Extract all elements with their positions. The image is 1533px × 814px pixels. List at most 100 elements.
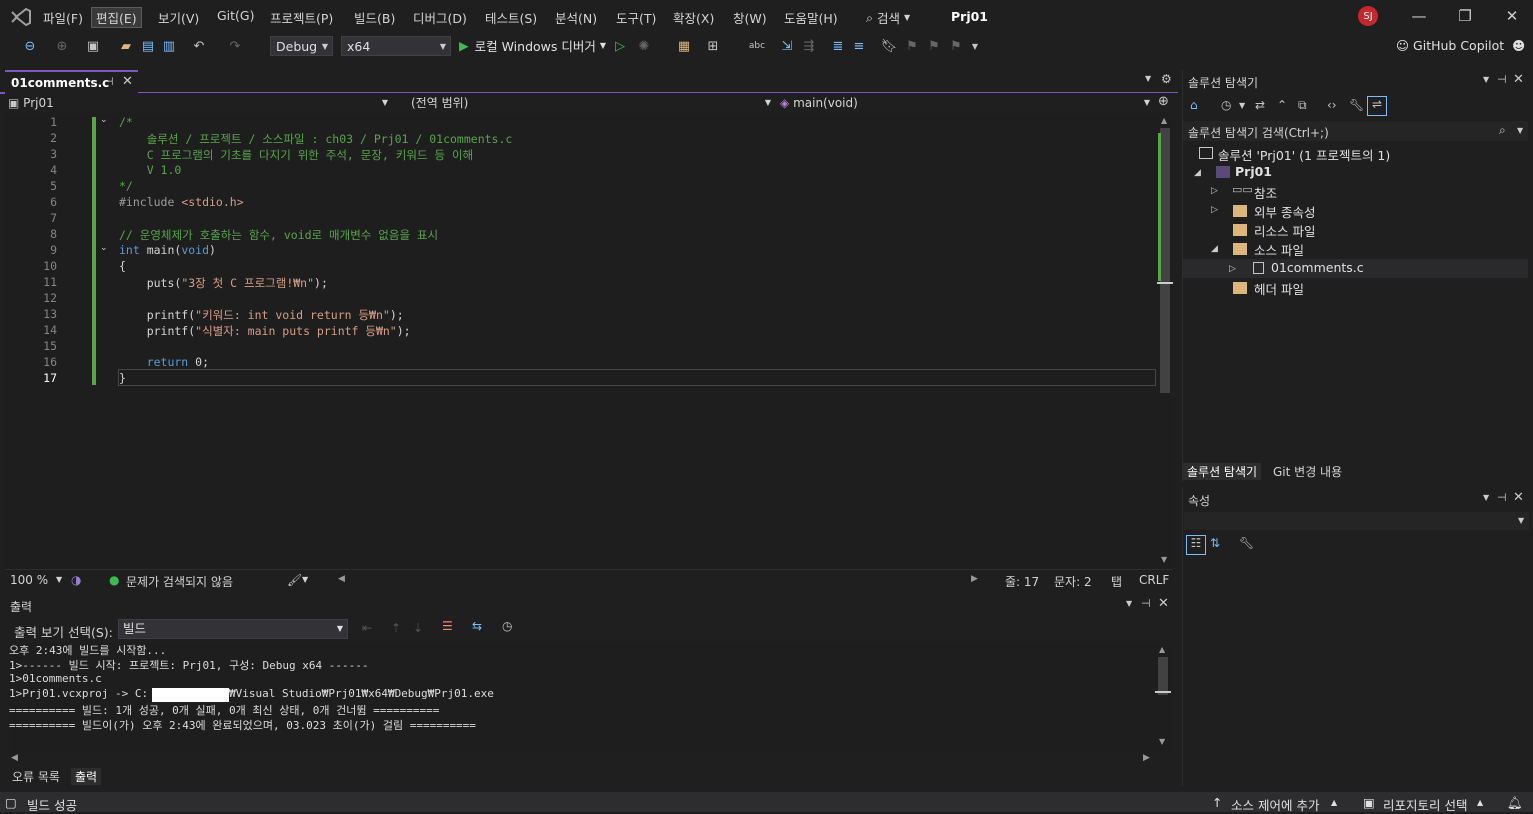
pending-changes-icon[interactable]: ◷ [1221,98,1231,112]
view-code-icon[interactable]: ‹› [1327,98,1337,112]
menu-window[interactable]: 창(W) [733,8,767,27]
add-to-source-control[interactable]: 소스 제어에 추가 [1231,795,1319,814]
tree-item-solution[interactable]: 솔루션 'Prj01' (1 프로젝트의 1) [1218,145,1390,164]
properties-wrench-icon[interactable]: 🔧︎ [1349,98,1364,112]
collapsed-icon[interactable]: ▷ [1211,186,1218,196]
scroll-right-icon[interactable]: ▶ [1143,753,1150,763]
scroll-up-icon[interactable]: ▲ [1159,645,1165,654]
back-icon[interactable]: ⊖ [21,37,39,55]
tree-item-project[interactable]: Prj01 [1235,164,1272,179]
platform-combo[interactable]: x64 ▼ [341,36,451,56]
properties-object-combo[interactable]: ▼ [1184,512,1529,530]
expanded-icon[interactable]: ◢ [1211,244,1218,254]
tree-item-resource-files[interactable]: 리소스 파일 [1254,221,1315,240]
indent-indicator[interactable]: 탭 [1111,573,1122,590]
line-indicator[interactable]: 줄: 17 [1005,573,1039,590]
prev-message-icon[interactable]: ⇡ [391,621,401,635]
chevron-down-icon[interactable]: ▼ [1239,101,1245,110]
menu-git[interactable]: Git(G) [217,8,255,23]
line-ending-indicator[interactable]: CRLF [1139,573,1169,587]
expanded-icon[interactable]: ◢ [1194,168,1201,178]
collapsed-icon[interactable]: ▷ [1229,264,1236,274]
avatar[interactable]: SJ [1358,6,1378,26]
menu-debug[interactable]: 디버그(D) [413,8,467,27]
start-without-debugging-icon[interactable]: ▷ [611,37,629,55]
configuration-combo[interactable]: Debug ▼ [270,36,333,56]
layout-icon[interactable]: ⊞ [704,37,722,55]
home-icon[interactable]: ⌂ [1190,98,1198,112]
save-all-icon[interactable]: ▥ [160,37,178,55]
tab-output[interactable]: 출력 [71,768,102,785]
alphabetical-icon[interactable]: ⇅ [1210,536,1220,550]
menu-build[interactable]: 빌드(B) [354,8,395,27]
feedback-icon[interactable]: ☻ [1512,38,1525,53]
scroll-thumb[interactable] [1160,128,1170,393]
scroll-left-icon[interactable]: ◀ [338,574,345,584]
tree-item-header-files[interactable]: 헤더 파일 [1254,279,1304,298]
collapse-chevron-icon[interactable]: ⌄ [100,243,108,253]
code-cleanup-icon[interactable]: 🖌︎ [287,573,302,587]
close-icon[interactable]: ✕ [122,74,133,89]
hot-reload-icon[interactable]: ✺ [635,37,653,55]
output-vertical-scrollbar[interactable]: ▲ ▼ [1155,643,1171,751]
new-project-icon[interactable]: ▣ [84,37,102,55]
scroll-thumb[interactable] [1158,657,1168,695]
sync-icon[interactable]: ⇄ [1255,98,1265,112]
redo-icon[interactable]: ↷ [226,37,244,55]
tree-item-01comments[interactable]: 01comments.c [1271,260,1364,275]
split-editor-icon[interactable]: ⊕ [1158,94,1169,109]
scroll-left-icon[interactable]: ◀ [11,753,18,763]
github-copilot-button[interactable]: ☺ GitHub Copilot ☻ [1396,38,1525,53]
preview-selected-icon[interactable]: ⇌ [1367,96,1387,116]
minimize-icon[interactable]: — [1407,5,1431,27]
menu-analyze[interactable]: 분석(N) [555,8,597,27]
pin-icon[interactable]: ⊣ [1141,597,1151,610]
pin-icon[interactable]: ⊣ [1497,73,1507,86]
chevron-down-icon[interactable]: ▼ [1126,599,1132,608]
document-tab[interactable]: 01comments.c ⊣ ✕ [5,70,138,94]
forward-icon[interactable]: ⊕ [53,37,71,55]
member-nav-combo[interactable]: ◈ main(void) ▼ [780,93,1150,113]
restore-icon[interactable]: ❐ [1453,5,1477,27]
save-icon[interactable]: ▤ [139,37,157,55]
uncomment-icon[interactable]: ≡ [850,37,868,55]
categorized-icon[interactable]: ☷ [1186,535,1206,555]
bell-icon[interactable]: 🔔︎ [1507,795,1523,811]
menu-file[interactable]: 파일(F) [43,8,83,27]
tree-item-source-files[interactable]: 소스 파일 [1254,240,1304,259]
start-debugging-button[interactable]: ▶ 로컬 Windows 디버거 ▼ [459,36,606,55]
spellcheck-icon[interactable]: abc [748,37,766,55]
menu-test[interactable]: 테스트(S) [485,8,537,27]
open-folder-icon[interactable]: ▰ [117,37,135,55]
timestamp-icon[interactable]: ◷ [502,619,512,633]
intellicode-icon[interactable]: ◑ [71,573,81,587]
tab-solution-explorer[interactable]: 솔루션 탐색기 [1183,463,1262,480]
chevron-down-icon[interactable]: ▼ [302,575,308,584]
clear-all-icon[interactable]: ☰ [442,619,453,633]
prev-bookmark-icon[interactable]: ⚑ [903,37,921,55]
notification-icon[interactable]: ▢ [5,795,17,810]
property-pages-icon[interactable]: 🔧︎ [1239,536,1254,550]
solution-folder-icon[interactable]: ▦ [675,37,693,55]
tab-error-list[interactable]: 오류 목록 [8,768,64,785]
menu-help[interactable]: 도움말(H) [784,8,838,27]
scroll-up-icon[interactable]: ▲ [1161,116,1167,125]
project-nav-combo[interactable]: ▣ Prj01 ▼ [8,93,388,113]
select-repository[interactable]: 리포지토리 선택 [1383,795,1467,814]
menu-view[interactable]: 보기(V) [158,8,199,27]
tree-item-external-deps[interactable]: 외부 종속성 [1254,202,1315,221]
pin-icon[interactable]: ⊣ [104,75,114,88]
bookmark-icon[interactable]: 🔖︎ [880,37,898,55]
editor-vertical-scrollbar[interactable]: ▲ ▼ [1157,114,1173,569]
show-all-files-icon[interactable]: ⧉ [1298,98,1307,113]
chevron-down-icon[interactable]: ▼ [1483,75,1489,84]
scope-nav-combo[interactable]: (전역 범위) ▼ [411,93,771,113]
collapse-chevron-icon[interactable]: ⌄ [100,115,108,125]
word-wrap-icon[interactable]: ⇆ [472,619,482,633]
next-bookmark-icon[interactable]: ⚑ [925,37,943,55]
menu-extensions[interactable]: 확장(X) [673,8,714,27]
chevron-down-icon[interactable]: ▼ [1517,126,1523,135]
undo-icon[interactable]: ↶ [190,37,208,55]
clear-bookmark-icon[interactable]: ⚑ [947,37,965,55]
gear-icon[interactable]: ⚙ [1161,72,1172,86]
